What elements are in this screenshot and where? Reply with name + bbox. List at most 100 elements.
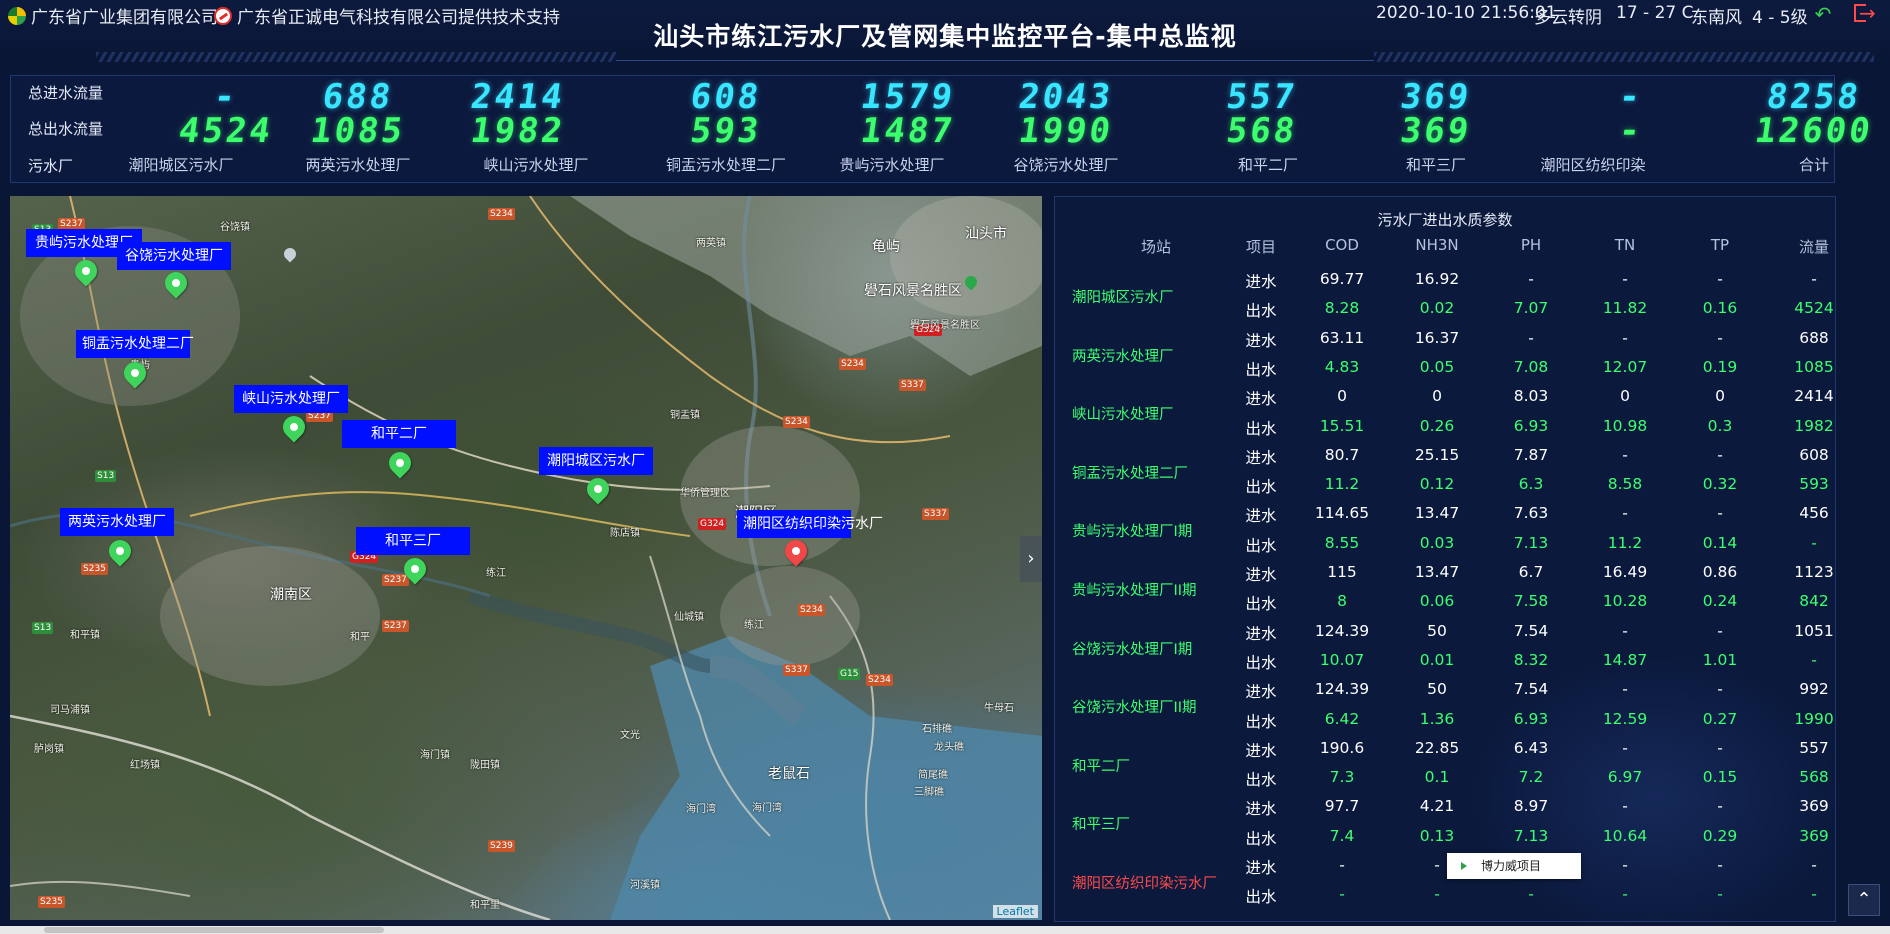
datetime: 2020-10-10 21:56:01 (1376, 3, 1557, 23)
station-name[interactable]: 贵屿污水处理厂I期 (1072, 520, 1192, 541)
table-cell: 6.3 (1518, 475, 1544, 494)
outflow-tag: 出水 (1245, 595, 1277, 614)
table-cell: 369 (1799, 797, 1829, 816)
table-cell: 1.36 (1419, 709, 1455, 728)
inflow-value: 688 (319, 77, 397, 117)
table-cell: - (1717, 797, 1723, 816)
station-name[interactable]: 两英污水处理厂 (1072, 345, 1174, 366)
project-tooltip[interactable]: 博力威项目 (1447, 853, 1581, 879)
flow-plant-name: 谷饶污水处理厂 (1013, 156, 1119, 174)
inflow-value: 2043 (1016, 77, 1116, 117)
place-label: 河溪镇 (630, 880, 660, 891)
table-cell: 0 (1620, 387, 1630, 406)
station-name[interactable]: 贵屿污水处理厂II期 (1072, 579, 1197, 600)
return-arrow-icon[interactable]: ↶ (1812, 4, 1834, 24)
station-name[interactable]: 和平三厂 (1072, 813, 1130, 834)
chevron-right-icon[interactable]: › (1020, 536, 1042, 582)
map-label-xiashan[interactable]: 峡山污水处理厂 (234, 385, 348, 413)
poi-marker-icon[interactable] (962, 273, 980, 292)
table-cell: 80.7 (1324, 445, 1360, 464)
station-name[interactable]: 谷饶污水处理厂II期 (1072, 696, 1197, 717)
place-label: 胪岗镇 (34, 744, 64, 755)
map-label-textile[interactable]: 潮阳区纺织印染污水厂 (737, 510, 883, 538)
plant-marker-icon[interactable] (582, 473, 614, 512)
inflow-tag: 进水 (1245, 273, 1277, 291)
plant-marker-icon[interactable] (119, 357, 151, 396)
outflow-tag: 出水 (1245, 712, 1277, 731)
station-name[interactable]: 谷饶污水处理厂I期 (1072, 638, 1192, 659)
road-shield: S13 (95, 470, 117, 482)
horizontal-scrollbar[interactable] (0, 926, 1890, 934)
chevron-up-icon[interactable]: ⌃ (1848, 884, 1880, 916)
road-shield: S337 (922, 508, 949, 520)
table-cell: 0.26 (1419, 416, 1455, 435)
place-label: 礐石风景名胜区 (910, 320, 980, 331)
plant-marker-icon[interactable] (70, 255, 102, 294)
table-cell: - (1717, 328, 1723, 347)
table-cell: 0.16 (1702, 299, 1738, 318)
table-cell: - (1622, 885, 1628, 904)
map-label-heping2[interactable]: 和平二厂 (342, 420, 456, 448)
station-name[interactable]: 潮阳区纺织印染污水厂 (1072, 872, 1217, 893)
map-label-tongyu[interactable]: 铜盂污水处理二厂 (76, 330, 194, 358)
scrollbar-thumb[interactable] (44, 927, 384, 933)
station-name[interactable]: 峡山污水处理厂 (1072, 403, 1174, 424)
table-cell: 190.6 (1319, 738, 1365, 757)
leaflet-attribution-link[interactable]: Leaflet (992, 905, 1038, 918)
flow-plant-name: 潮阳城区污水厂 (128, 156, 234, 174)
inflow-tag: 进水 (1245, 448, 1277, 467)
table-cell: 7.63 (1513, 504, 1549, 523)
inflow-value: 2414 (468, 77, 568, 117)
table-cell: - (1717, 504, 1723, 523)
table-cell: 842 (1799, 592, 1829, 611)
table-cell: - (1528, 270, 1534, 288)
table-cell: 25.15 (1414, 445, 1460, 464)
map-label-heping3[interactable]: 和平三厂 (356, 527, 470, 555)
map-label-liangying[interactable]: 两英污水处理厂 (60, 508, 174, 536)
flow-plant-name: 潮阳区纺织印染 (1540, 156, 1646, 174)
inflow-tag: 进水 (1245, 507, 1277, 526)
station-name[interactable]: 和平二厂 (1072, 755, 1130, 776)
plant-marker-icon[interactable] (104, 535, 136, 574)
outflow-value: 1085 (308, 111, 408, 151)
station-name[interactable]: 铜盂污水处理二厂 (1072, 462, 1188, 483)
table-cell: 0.14 (1702, 533, 1738, 552)
table-cell: 4.83 (1324, 357, 1360, 376)
place-label: 仙城镇 (674, 612, 704, 623)
inflow-value: 8258 (1764, 77, 1864, 117)
table-cell: - (1717, 621, 1723, 640)
table-cell: 0.03 (1419, 533, 1455, 552)
inflow-tag: 进水 (1245, 331, 1277, 350)
place-label: 陈店镇 (610, 528, 640, 539)
table-cell: 97.7 (1324, 797, 1360, 816)
plant-marker-alert-icon[interactable] (780, 535, 812, 574)
table-cell: - (1622, 504, 1628, 523)
table-cell: 7.13 (1513, 826, 1549, 845)
table-cell: - (1811, 270, 1817, 288)
place-label: 文光 (620, 730, 640, 741)
station-name[interactable]: 潮阳城区污水厂 (1072, 286, 1174, 307)
map-label-gurao[interactable]: 谷饶污水处理厂 (117, 242, 231, 270)
plant-map[interactable]: S13 S237 S234 G324 S234 S337 S237 S13 S2… (10, 196, 1042, 920)
header-decoration-left (96, 52, 616, 62)
map-label-chaoyang-city[interactable]: 潮阳城区污水厂 (539, 447, 653, 475)
exit-icon[interactable]: → (1854, 1, 1876, 25)
table-cell: - (1622, 328, 1628, 347)
total-outflow-label: 总出水流量 (28, 120, 104, 138)
table-cell: 7.4 (1329, 826, 1355, 845)
table-cell: 7.3 (1329, 768, 1355, 787)
table-cell: 6.43 (1513, 738, 1549, 757)
table-cell: - (1339, 856, 1345, 874)
plant-marker-icon[interactable] (384, 447, 416, 486)
plant-marker-icon[interactable] (278, 411, 310, 450)
table-cell: 8.03 (1513, 387, 1549, 406)
plant-marker-icon[interactable] (399, 553, 431, 592)
place-label: 潮南区 (270, 587, 312, 603)
table-cell: 2414 (1794, 387, 1834, 406)
table-cell: 4.21 (1419, 797, 1455, 816)
inflow-value: 369 (1397, 77, 1475, 117)
plant-marker-icon[interactable] (160, 267, 192, 306)
table-cell: 6.7 (1518, 563, 1544, 581)
poi-marker-icon[interactable] (281, 245, 299, 264)
table-cell: 0.13 (1419, 826, 1455, 845)
